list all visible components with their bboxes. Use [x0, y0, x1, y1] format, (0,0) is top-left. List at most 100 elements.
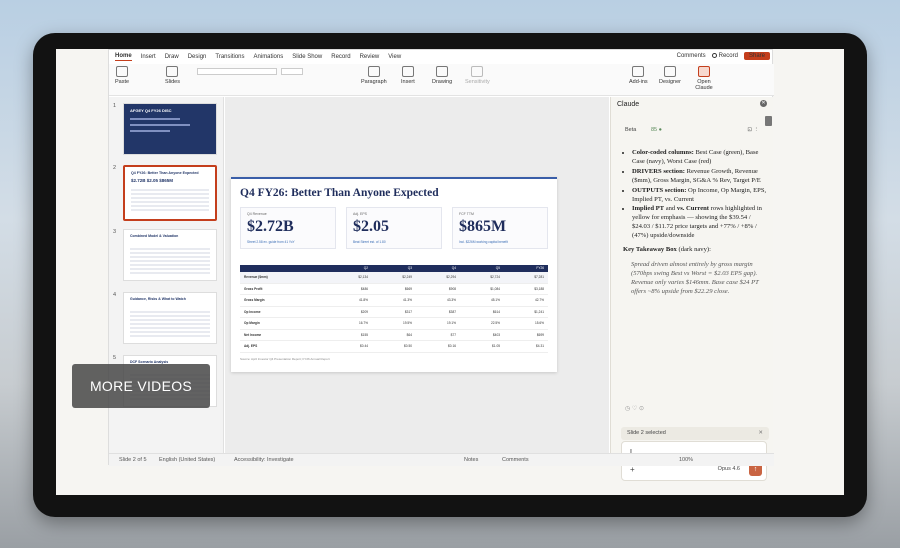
- table-row: Op Income $209 $317 $387 $614 $1,241: [240, 307, 548, 318]
- bullet-heading: DRIVERS section:: [632, 167, 685, 175]
- insert-button[interactable]: Insert: [401, 66, 415, 85]
- table-row: Gross Margin 41.8% 41.3% 43.3% 45.1% 42.7%: [240, 295, 548, 307]
- tab-review[interactable]: Review: [360, 54, 380, 60]
- model-selector[interactable]: Opus 4.6: [718, 466, 740, 472]
- thumbnail-number: 5: [113, 355, 117, 361]
- paste-icon: [116, 66, 129, 77]
- tab-insert[interactable]: Insert: [141, 54, 156, 60]
- addins-icon: [632, 66, 645, 77]
- slide-title[interactable]: Q4 FY26: Better Than Anyone Expected: [240, 187, 439, 199]
- table-row: Gross Profit $486 $669 $908 $1,084 $3,188: [240, 284, 548, 295]
- paragraph-button[interactable]: Paragraph: [361, 66, 387, 85]
- drawing-button[interactable]: Drawing: [432, 66, 452, 85]
- paragraph-icon: [367, 66, 380, 77]
- table-cell: $4.31: [536, 344, 544, 349]
- thumbnail-slide: AFGEY Q4 FY26 DISC: [123, 103, 217, 155]
- close-icon[interactable]: ✕: [758, 427, 763, 440]
- thumbnail-title: Q4 FY26: Better Than Anyone Expected: [131, 171, 199, 175]
- tab-view[interactable]: View: [388, 54, 401, 60]
- table-cell: $77: [450, 332, 456, 337]
- table-cell: $486: [360, 286, 368, 291]
- table-cell: 19.5%: [402, 321, 412, 326]
- table-cell: $317: [404, 309, 412, 314]
- open-claude-button[interactable]: Open Claude: [693, 66, 715, 91]
- table-cell: 15.6%: [534, 321, 544, 326]
- table-header-cell: Q3: [407, 266, 412, 270]
- accessibility-button[interactable]: Accessibility: Investigate: [234, 457, 294, 463]
- table-row: Net Income $155 $64 $77 $403 $699: [240, 330, 548, 341]
- table-row: Revenue ($mm) $2,134 $2,249 $2,294 $2,724 $7,…: [240, 272, 548, 284]
- comments-status-button[interactable]: Comments: [502, 457, 529, 463]
- ribbon-right-actions: Comments Record Share: [677, 52, 770, 60]
- font-family-select[interactable]: [197, 68, 277, 75]
- kpi-subtext: Street 2.58 ex. guide from 41 YoY: [247, 240, 295, 244]
- panel-scrollbar[interactable]: [765, 116, 772, 126]
- table-cell: $209: [360, 309, 368, 314]
- tab-record[interactable]: Record: [331, 54, 350, 60]
- tab-draw[interactable]: Draw: [165, 54, 179, 60]
- tab-animations[interactable]: Animations: [254, 54, 284, 60]
- bullet-heading: Implied PT: [632, 205, 665, 213]
- table-cell: $908: [448, 286, 456, 291]
- table-cell: Adj. EPS: [244, 344, 258, 349]
- status-tab[interactable]: 85 ●: [651, 127, 662, 133]
- record-button[interactable]: Record: [711, 53, 738, 59]
- beta-tab[interactable]: Beta: [625, 127, 636, 133]
- slide-canvas: Q4 FY26: Better Than Anyone Expected Q4 …: [225, 97, 609, 453]
- close-icon[interactable]: ✕: [760, 100, 767, 107]
- table-cell: $0.16: [448, 344, 456, 349]
- tab-design[interactable]: Design: [188, 54, 207, 60]
- table-cell: 22.5%: [490, 321, 500, 326]
- table-cell: 41.8%: [358, 298, 368, 303]
- table-cell: $2,294: [446, 275, 456, 280]
- language-indicator[interactable]: English (United States): [159, 457, 215, 463]
- slide-footnote: Source: April Investor Q4 Presentation R…: [240, 357, 330, 361]
- table-header-cell: FY26: [536, 266, 544, 270]
- table-cell: $1,084: [490, 286, 500, 291]
- financial-table[interactable]: Q2 Q3 Q4 Q5 FY26 Revenue ($mm) $2,134 $2,2…: [240, 265, 548, 353]
- table-cell: $3,188: [534, 286, 544, 291]
- panel-more-icon[interactable]: ⊡ ⋮: [747, 127, 759, 133]
- tab-transitions[interactable]: Transitions: [215, 54, 244, 60]
- addins-button[interactable]: Add-ins: [629, 66, 648, 85]
- current-slide[interactable]: Q4 FY26: Better Than Anyone Expected Q4 …: [231, 177, 557, 372]
- table-cell: $387: [448, 309, 456, 314]
- notes-button[interactable]: Notes: [464, 457, 478, 463]
- table-cell: $2,724: [490, 275, 500, 280]
- designer-button[interactable]: Designer: [659, 66, 681, 85]
- more-videos-button[interactable]: MORE VIDEOS: [72, 364, 210, 408]
- comments-button[interactable]: Comments: [677, 53, 706, 59]
- font-size-select[interactable]: [281, 68, 303, 75]
- table-cell: $7,281: [534, 275, 544, 280]
- status-bar: Slide 2 of 5 English (United States) Acc…: [109, 453, 774, 466]
- feedback-icons[interactable]: ◷ ♡ ⊙: [625, 405, 644, 412]
- slides-icon: [166, 66, 179, 77]
- zoom-level[interactable]: 100%: [679, 457, 693, 463]
- paragraph-label: Paragraph: [361, 79, 387, 85]
- kpi-card-revenue[interactable]: Q4 Revenue $2.72B Street 2.58 ex. guide …: [240, 207, 336, 249]
- table-header-cell: Q5: [495, 266, 500, 270]
- table-cell: Op Margin: [244, 321, 260, 326]
- record-label: Record: [718, 53, 738, 59]
- tab-home[interactable]: Home: [115, 53, 132, 61]
- kpi-card-fcf[interactable]: FCF TTM $865M Incl. $226M working capita…: [452, 207, 548, 249]
- add-attachment-button[interactable]: +: [630, 465, 635, 474]
- paste-label: Paste: [115, 79, 130, 85]
- table-cell: Op Income: [244, 309, 261, 314]
- kpi-card-eps[interactable]: Adj. EPS $2.05 Beat Street est. of 1.80: [346, 207, 442, 249]
- thumbnail-title: Guidance, Risks & What to Watch: [130, 297, 186, 301]
- addins-label: Add-ins: [629, 79, 648, 85]
- designer-icon: [664, 66, 676, 77]
- table-header: Q2 Q3 Q4 Q5 FY26: [240, 265, 548, 272]
- share-button[interactable]: Share: [743, 52, 770, 60]
- table-cell: Revenue ($mm): [244, 275, 268, 280]
- tab-slide-show[interactable]: Slide Show: [292, 54, 322, 60]
- paste-button[interactable]: Paste: [115, 66, 129, 85]
- thumbnail-number: 2: [113, 165, 117, 171]
- sensitivity-button[interactable]: Sensitivity: [465, 66, 490, 85]
- insert-icon: [401, 66, 414, 77]
- thumbnail-table: [130, 248, 210, 274]
- slides-button[interactable]: Slides: [165, 66, 180, 85]
- table-cell: $699: [536, 332, 544, 337]
- ribbon-toolbar: Paste Slides Paragraph Insert Drawing Se…: [109, 64, 774, 96]
